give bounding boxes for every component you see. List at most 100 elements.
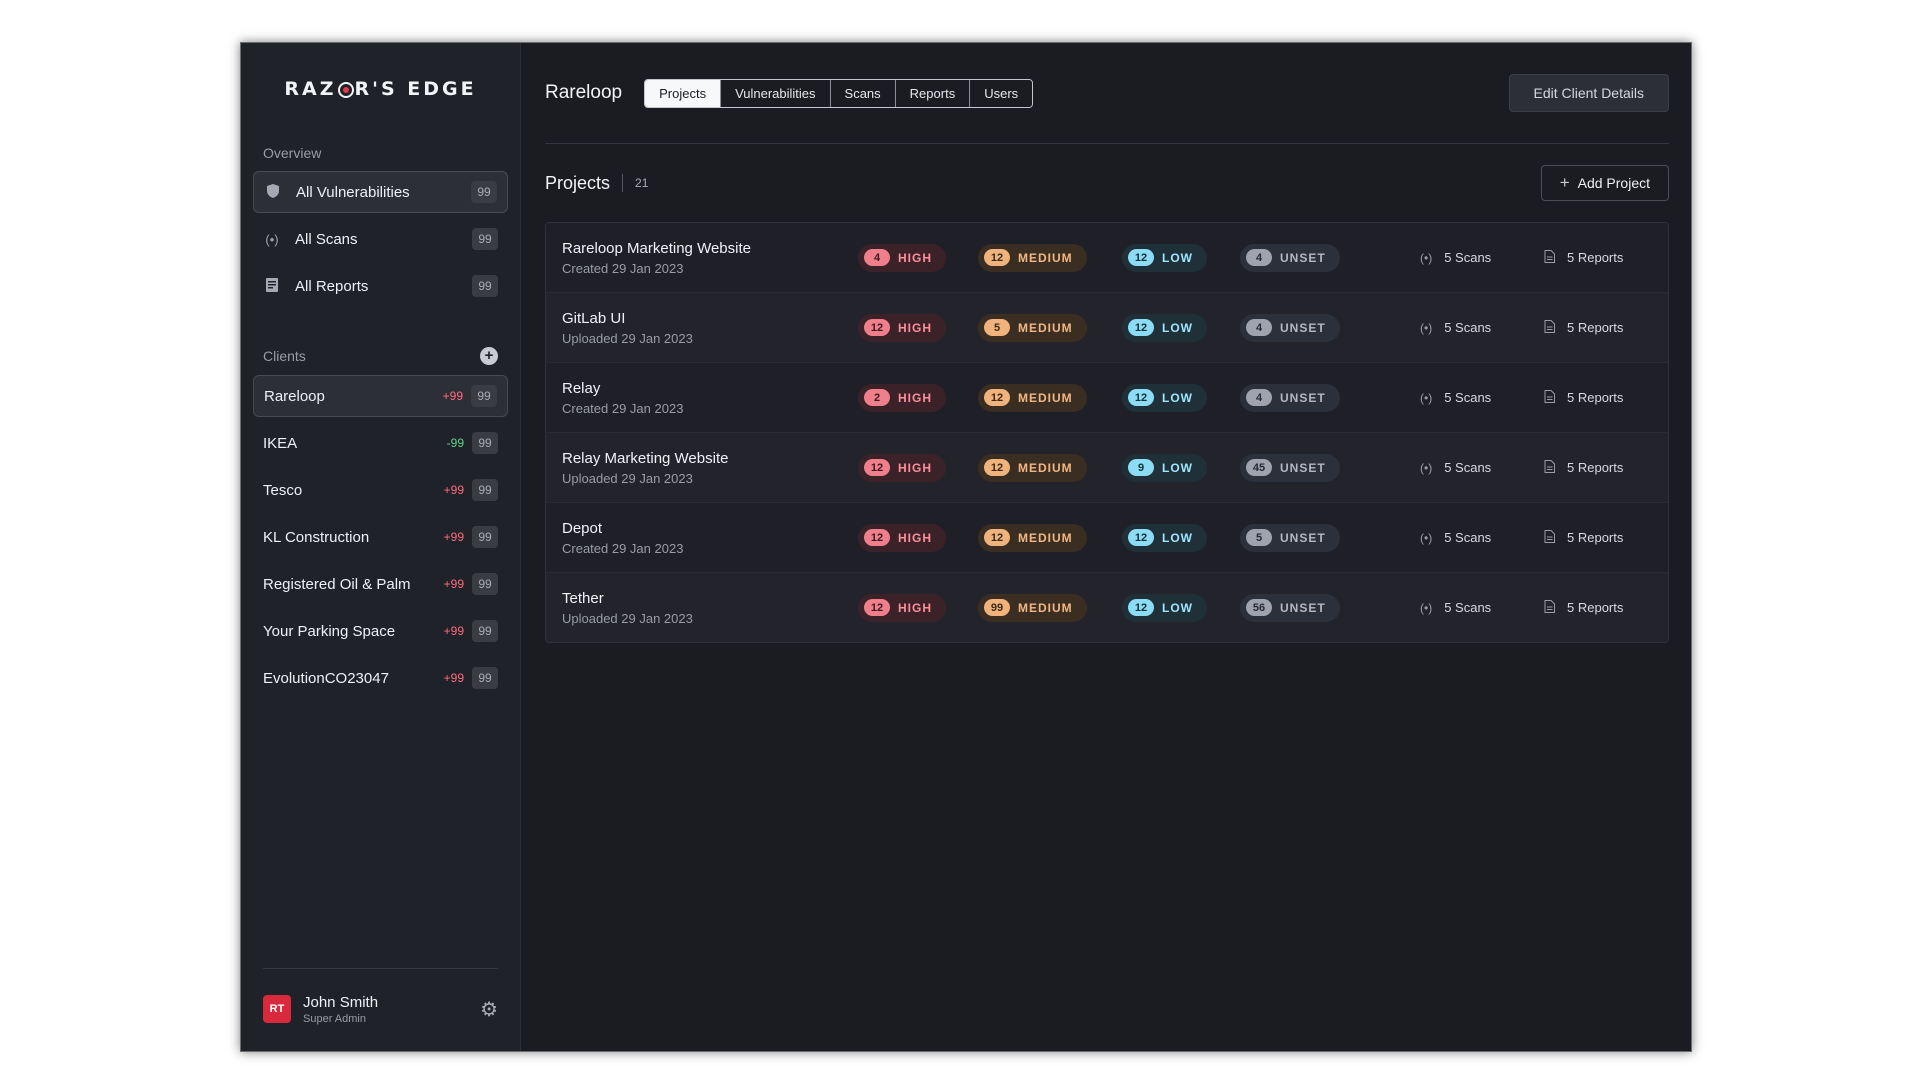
high-severity-badge[interactable]: 4 HIGH [858, 243, 946, 272]
low-severity-badge[interactable]: 12 LOW [1122, 383, 1207, 412]
unset-severity-badge[interactable]: 4 UNSET [1240, 383, 1340, 412]
medium-severity-badge[interactable]: 12 MEDIUM [978, 453, 1087, 482]
client-name: IKEA [263, 434, 298, 452]
edit-client-details-button[interactable]: Edit Client Details [1508, 74, 1669, 112]
tab-users[interactable]: Users [970, 79, 1033, 107]
sidebar-client-evolutionco23047[interactable]: EvolutionCO23047 +99 99 [253, 657, 508, 699]
project-name[interactable]: Rareloop Marketing Website [562, 240, 858, 257]
low-severity-badge[interactable]: 12 LOW [1122, 313, 1207, 342]
medium-severity-badge[interactable]: 12 MEDIUM [978, 383, 1087, 412]
project-name[interactable]: GitLab UI [562, 310, 858, 327]
unset-severity-badge[interactable]: 56 UNSET [1240, 593, 1340, 622]
high-cell: 12 HIGH [858, 593, 978, 622]
sidebar-item-label: All Scans [295, 230, 358, 248]
gear-icon[interactable]: ⚙ [480, 997, 498, 1022]
unset-cell: 4 UNSET [1240, 383, 1420, 412]
sidebar-client-ikea[interactable]: IKEA -99 99 [253, 422, 508, 464]
project-cell: Relay Created 29 Jan 2023 [562, 380, 858, 416]
project-cell: Depot Created 29 Jan 2023 [562, 520, 858, 556]
logo-mark-icon [337, 82, 354, 98]
user-role: Super Admin [303, 1012, 366, 1025]
high-severity-badge[interactable]: 12 HIGH [858, 313, 946, 342]
table-row[interactable]: Tether Uploaded 29 Jan 2023 12 HIGH 99 MEDIUM… [546, 573, 1668, 642]
low-severity-badge[interactable]: 9 LOW [1122, 453, 1207, 482]
low-label: LOW [1162, 600, 1193, 615]
high-severity-badge[interactable]: 12 HIGH [858, 523, 946, 552]
medium-severity-badge[interactable]: 12 MEDIUM [978, 243, 1087, 272]
scans-link[interactable]: (•) 5 Scans [1420, 460, 1544, 475]
medium-cell: 12 MEDIUM [978, 523, 1122, 552]
high-count: 12 [864, 599, 890, 616]
scans-link[interactable]: (•) 5 Scans [1420, 530, 1544, 545]
project-name[interactable]: Relay Marketing Website [562, 450, 858, 467]
sidebar-client-your-parking-space[interactable]: Your Parking Space +99 99 [253, 610, 508, 652]
low-severity-badge[interactable]: 12 LOW [1122, 523, 1207, 552]
sidebar-item-all-scans[interactable]: (•) All Scans 99 [253, 218, 508, 260]
main-content: Rareloop Projects Vulnerabilities Scans … [521, 43, 1691, 1051]
client-delta: +99 [442, 389, 463, 403]
sidebar-client-tesco[interactable]: Tesco +99 99 [253, 469, 508, 511]
high-label: HIGH [898, 600, 932, 615]
tab-vulnerabilities[interactable]: Vulnerabilities [721, 79, 831, 107]
unset-severity-badge[interactable]: 4 UNSET [1240, 243, 1340, 272]
projects-header: Projects 21 + Add Project [545, 144, 1669, 222]
reports-link[interactable]: 5 Reports [1544, 249, 1623, 266]
document-icon [1544, 529, 1555, 546]
sidebar-client-rareloop[interactable]: Rareloop +99 99 [253, 375, 508, 417]
low-cell: 12 LOW [1122, 243, 1240, 272]
add-client-icon[interactable]: + [480, 347, 498, 365]
low-severity-badge[interactable]: 12 LOW [1122, 243, 1207, 272]
unset-severity-badge[interactable]: 5 UNSET [1240, 523, 1340, 552]
medium-severity-badge[interactable]: 5 MEDIUM [978, 313, 1087, 342]
sidebar-item-all-reports[interactable]: All Reports 99 [253, 265, 508, 307]
unset-severity-badge[interactable]: 45 UNSET [1240, 453, 1340, 482]
reports-link[interactable]: 5 Reports [1544, 389, 1623, 406]
project-name[interactable]: Tether [562, 590, 858, 607]
reports-link[interactable]: 5 Reports [1544, 599, 1623, 616]
low-count: 12 [1128, 529, 1154, 546]
sidebar-client-registered-oil-palm[interactable]: Registered Oil & Palm +99 99 [253, 563, 508, 605]
reports-link[interactable]: 5 Reports [1544, 459, 1624, 476]
scans-link[interactable]: (•) 5 Scans [1420, 320, 1544, 335]
projects-title: Projects [545, 172, 611, 193]
table-row[interactable]: Rareloop Marketing Website Created 29 Jan… [546, 223, 1668, 293]
unset-count: 45 [1246, 459, 1272, 476]
medium-count: 12 [984, 529, 1010, 546]
sidebar-client-kl-construction[interactable]: KL Construction +99 99 [253, 516, 508, 558]
tab-reports[interactable]: Reports [895, 79, 971, 107]
table-row[interactable]: Relay Marketing Website Uploaded 29 Jan 2… [546, 433, 1668, 503]
unset-severity-badge[interactable]: 4 UNSET [1240, 313, 1340, 342]
avatar[interactable]: RT [263, 995, 291, 1023]
overview-label: Overview [263, 145, 322, 161]
low-severity-badge[interactable]: 12 LOW [1122, 593, 1207, 622]
low-label: LOW [1162, 320, 1193, 335]
high-label: HIGH [898, 390, 932, 405]
unset-label: UNSET [1280, 600, 1326, 615]
scans-link[interactable]: (•) 5 Scans [1420, 250, 1544, 265]
tab-scans[interactable]: Scans [830, 79, 896, 107]
medium-severity-badge[interactable]: 99 MEDIUM [978, 593, 1087, 622]
scans-link[interactable]: (•) 5 Scans [1420, 390, 1544, 405]
project-name[interactable]: Relay [562, 380, 858, 397]
table-row[interactable]: GitLab UI Uploaded 29 Jan 2023 12 HIGH 5 MEDI… [546, 293, 1668, 363]
table-row[interactable]: Relay Created 29 Jan 2023 2 HIGH 12 MEDIUM 12 L… [546, 363, 1668, 433]
medium-cell: 5 MEDIUM [978, 313, 1122, 342]
scans-link[interactable]: (•) 5 Scans [1420, 600, 1544, 615]
medium-severity-badge[interactable]: 12 MEDIUM [978, 523, 1087, 552]
unset-count: 4 [1246, 319, 1272, 336]
client-name: KL Construction [263, 528, 370, 546]
high-severity-badge[interactable]: 12 HIGH [858, 453, 946, 482]
reports-link[interactable]: 5 Reports [1544, 529, 1623, 546]
project-date: Created 29 Jan 2023 [562, 260, 684, 276]
reports-link[interactable]: 5 Reports [1544, 319, 1623, 336]
high-cell: 12 HIGH [858, 523, 978, 552]
client-delta: +99 [443, 671, 464, 685]
tab-projects[interactable]: Projects [645, 79, 722, 107]
table-row[interactable]: Depot Created 29 Jan 2023 12 HIGH 12 MEDIUM 12… [546, 503, 1668, 573]
reports-count: 5 Reports [1567, 460, 1624, 475]
high-severity-badge[interactable]: 12 HIGH [858, 593, 946, 622]
project-name[interactable]: Depot [562, 520, 858, 537]
high-severity-badge[interactable]: 2 HIGH [858, 383, 946, 412]
sidebar-item-all-vulnerabilities[interactable]: All Vulnerabilities 99 [253, 171, 508, 213]
add-project-button[interactable]: + Add Project [1540, 165, 1669, 201]
